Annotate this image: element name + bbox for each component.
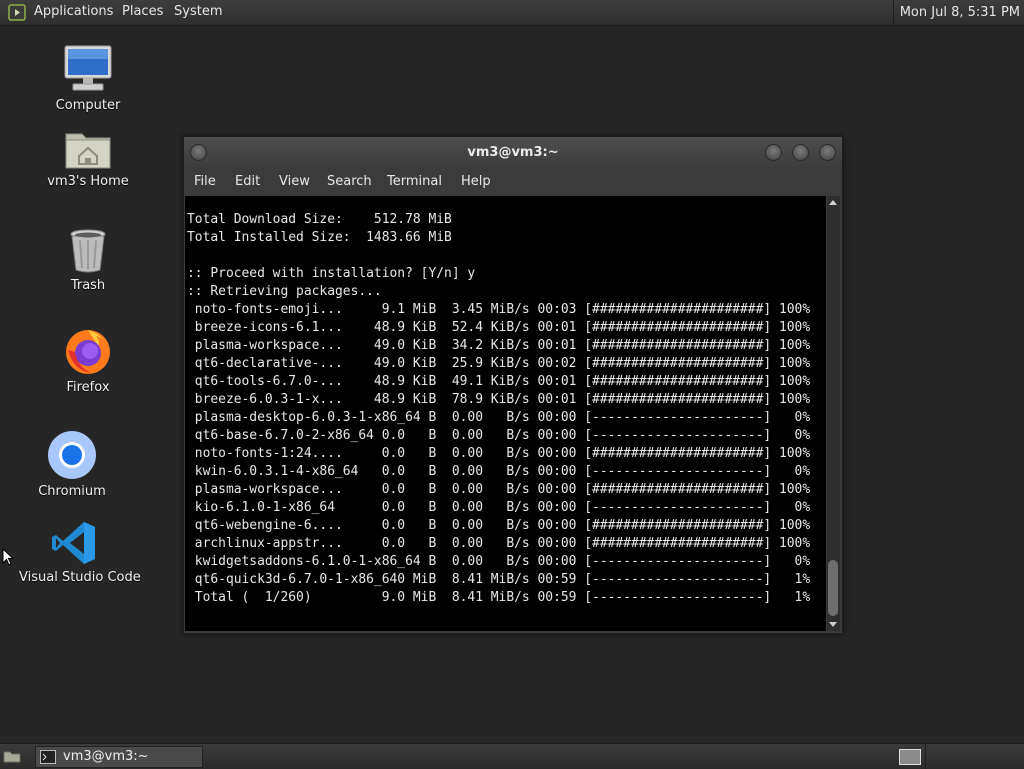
top-panel: Applications Places System Mon Jul 8, 5:… — [0, 0, 1024, 26]
vscode-icon — [52, 522, 95, 564]
desktop-icon-trash[interactable]: Trash — [33, 228, 143, 293]
terminal-line: Total Installed Size: 1483.66 MiB — [187, 230, 452, 245]
maximize-button[interactable] — [792, 144, 809, 161]
terminal-line: kwidgetsaddons-6.1.0-1-x86_64 B 0.00 B/s… — [187, 554, 811, 569]
terminal-line: qt6-base-6.7.0-2-x86_64 0.0 B 0.00 B/s 0… — [187, 428, 811, 443]
terminal-line: qt6-webengine-6.... 0.0 B 0.00 B/s 00:00… — [187, 518, 811, 533]
computer-icon — [64, 45, 112, 91]
terminal-line: :: Retrieving packages... — [187, 284, 382, 299]
workspace-switcher[interactable] — [899, 749, 921, 765]
terminal-line: kwin-6.0.3.1-4-x86_64 0.0 B 0.00 B/s 00:… — [187, 464, 811, 479]
trash-icon — [70, 229, 106, 273]
scroll-up-icon[interactable] — [829, 200, 837, 205]
desktop-icon-label: Firefox — [66, 380, 110, 395]
bottom-panel: vm3@vm3:~ — [0, 743, 1024, 769]
firefox-icon — [66, 330, 110, 374]
terminal-line: Total Download Size: 512.78 MiB — [187, 212, 452, 227]
terminal-line: plasma-workspace... 0.0 B 0.00 B/s 00:00… — [187, 482, 811, 497]
menu-applications[interactable]: Applications — [34, 4, 113, 19]
terminal-line: Total ( 1/260) 9.0 MiB 8.41 MiB/s 00:59 … — [187, 590, 811, 605]
desktop-icon-vscode[interactable]: Visual Studio Code — [19, 520, 141, 585]
terminal-line: plasma-desktop-6.0.3-1-x86_64 B 0.00 B/s… — [187, 410, 811, 425]
taskbar-item-terminal[interactable]: vm3@vm3:~ — [35, 746, 203, 768]
terminal-line: :: Proceed with installation? [Y/n] y — [187, 266, 476, 281]
menu-system[interactable]: System — [174, 4, 222, 19]
terminal-line: qt6-quick3d-6.7.0-1-x86_640 MiB 8.41 MiB… — [187, 572, 811, 587]
menu-places[interactable]: Places — [122, 4, 163, 19]
panel-divider — [925, 744, 926, 769]
desktop-icon-home[interactable]: vm3's Home — [33, 128, 143, 189]
menu-file[interactable]: File — [194, 174, 216, 189]
terminal-menubar: File Edit View Search Terminal Help — [184, 167, 842, 195]
desktop-icon-label: Chromium — [38, 484, 106, 499]
scroll-down-icon[interactable] — [829, 622, 837, 627]
main-menu-logo-icon[interactable] — [8, 4, 26, 21]
terminal-icon — [40, 750, 56, 764]
menu-search[interactable]: Search — [327, 174, 372, 189]
mouse-pointer-icon — [2, 548, 14, 566]
terminal-text: Total Download Size: 512.78 MiB Total In… — [185, 196, 826, 607]
menu-view[interactable]: View — [279, 174, 310, 189]
terminal-output[interactable]: Total Download Size: 512.78 MiB Total In… — [185, 196, 826, 631]
terminal-line: kio-6.1.0-1-x86_64 0.0 B 0.00 B/s 00:00 … — [187, 500, 811, 515]
desktop-icon-label: Visual Studio Code — [19, 570, 141, 585]
menu-edit[interactable]: Edit — [235, 174, 260, 189]
terminal-line: breeze-icons-6.1... 48.9 KiB 52.4 KiB/s … — [187, 320, 811, 335]
desktop-icon-chromium[interactable]: Chromium — [17, 430, 127, 499]
terminal-line: breeze-6.0.3-1-x... 48.9 KiB 78.9 KiB/s … — [187, 392, 811, 407]
terminal-window[interactable]: vm3@vm3:~ File Edit View Search Terminal… — [183, 136, 843, 634]
window-title: vm3@vm3:~ — [467, 145, 559, 160]
terminal-line: noto-fonts-1:24.... 0.0 B 0.00 B/s 00:00… — [187, 446, 811, 461]
terminal-line: qt6-declarative-... 49.0 KiB 25.9 KiB/s … — [187, 356, 811, 371]
minimize-button[interactable] — [765, 144, 782, 161]
menu-help[interactable]: Help — [461, 174, 491, 189]
terminal-line: noto-fonts-emoji... 9.1 MiB 3.45 MiB/s 0… — [187, 302, 811, 317]
terminal-line: archlinux-appstr... 0.0 B 0.00 B/s 00:00… — [187, 536, 811, 551]
chromium-icon — [48, 431, 96, 479]
taskbar-item-label: vm3@vm3:~ — [63, 749, 149, 764]
terminal-line: qt6-tools-6.7.0-... 48.9 KiB 49.1 KiB/s … — [187, 374, 811, 389]
desktop-icon-firefox[interactable]: Firefox — [33, 326, 143, 395]
close-button[interactable] — [819, 144, 836, 161]
desktop-icon-label: vm3's Home — [47, 174, 129, 189]
window-titlebar[interactable]: vm3@vm3:~ — [184, 137, 842, 167]
desktop-icon-computer[interactable]: Computer — [33, 44, 143, 113]
terminal-scrollbar[interactable] — [827, 196, 840, 631]
panel-clock[interactable]: Mon Jul 8, 5:31 PM — [892, 0, 1024, 25]
menu-terminal[interactable]: Terminal — [387, 174, 442, 189]
desktop-icon-label: Trash — [70, 278, 106, 293]
desktop-icon-label: Computer — [55, 98, 121, 113]
scrollbar-thumb[interactable] — [828, 560, 838, 616]
show-desktop-icon[interactable] — [3, 749, 21, 763]
terminal-line: plasma-workspace... 49.0 KiB 34.2 KiB/s … — [187, 338, 811, 353]
home-folder-icon — [65, 133, 111, 169]
